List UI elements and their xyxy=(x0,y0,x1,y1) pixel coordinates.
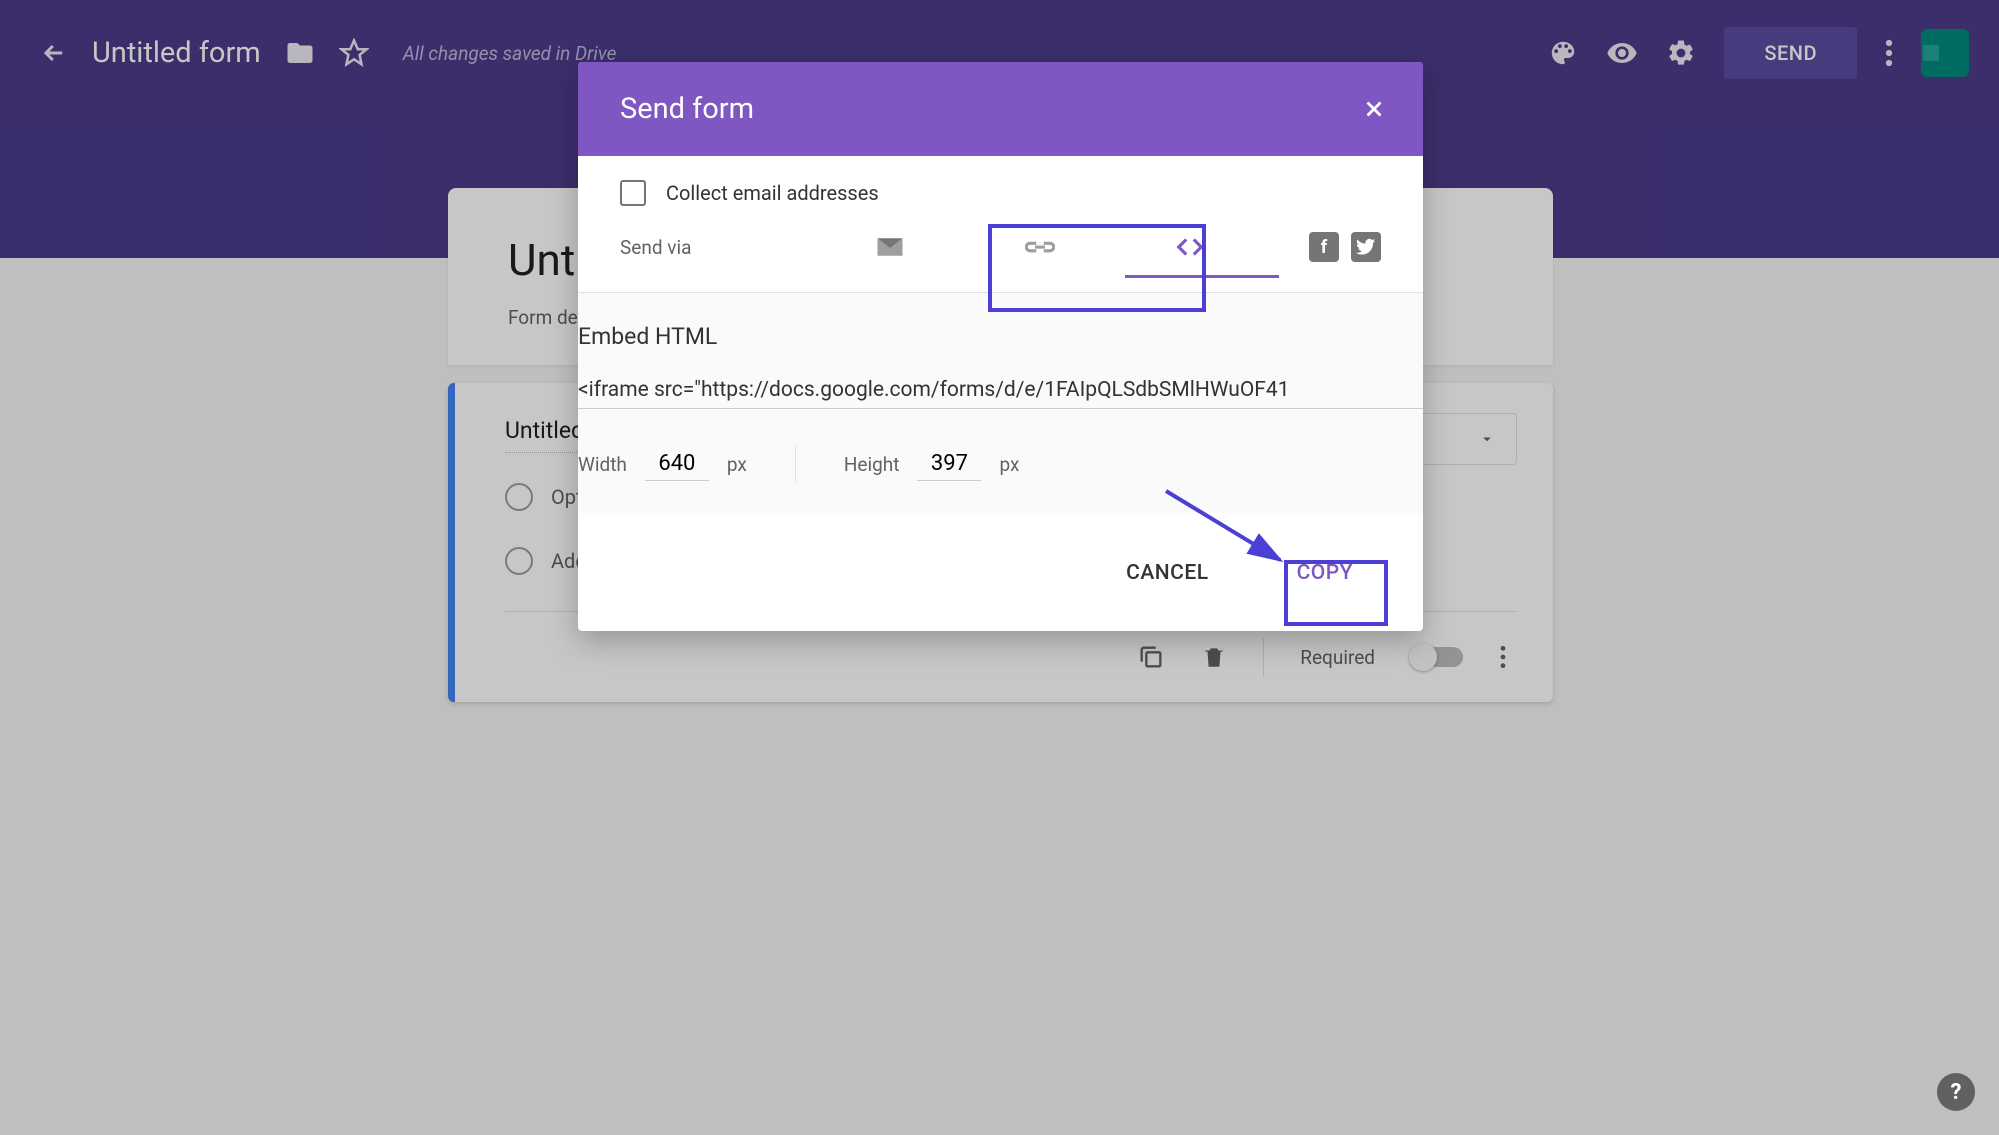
height-unit: px xyxy=(999,453,1019,476)
send-embed-tab[interactable] xyxy=(1175,237,1205,257)
divider xyxy=(795,445,796,483)
send-link-tab[interactable] xyxy=(1025,239,1055,255)
height-input[interactable] xyxy=(917,447,981,481)
social-share: f xyxy=(1309,232,1381,262)
cancel-button[interactable]: CANCEL xyxy=(1102,549,1232,597)
send-via-label: Send via xyxy=(620,236,691,259)
dialog-title: Send form xyxy=(620,92,754,126)
send-form-dialog: Send form Collect email addresses Send v… xyxy=(578,62,1423,631)
collect-emails-label: Collect email addresses xyxy=(666,181,879,205)
dialog-actions: CANCEL COPY xyxy=(578,513,1423,631)
copy-button[interactable]: COPY xyxy=(1273,549,1377,597)
help-button[interactable]: ? xyxy=(1937,1073,1975,1111)
width-unit: px xyxy=(727,453,747,476)
checkbox-icon[interactable] xyxy=(620,180,646,206)
embed-code-input[interactable] xyxy=(578,372,1423,409)
send-email-tab[interactable] xyxy=(875,235,905,259)
collect-emails-row[interactable]: Collect email addresses xyxy=(620,180,1381,206)
send-via-row: Send via f xyxy=(620,232,1381,262)
send-channels xyxy=(875,235,1205,259)
twitter-share[interactable] xyxy=(1351,232,1381,262)
close-icon[interactable] xyxy=(1361,96,1387,122)
facebook-share[interactable]: f xyxy=(1309,232,1339,262)
embed-title: Embed HTML xyxy=(578,323,1423,350)
height-label: Height xyxy=(844,453,900,476)
dialog-body: Collect email addresses Send via f xyxy=(578,156,1423,272)
dimensions-row: Width px Height px xyxy=(578,445,1423,483)
dialog-header: Send form xyxy=(578,62,1423,156)
width-label: Width xyxy=(578,453,627,476)
embed-section: Embed HTML Width px Height px xyxy=(578,292,1423,513)
width-input[interactable] xyxy=(645,447,709,481)
